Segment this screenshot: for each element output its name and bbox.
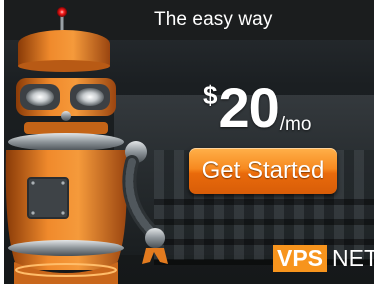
- robot-belt: [8, 240, 124, 256]
- logo-net-text: NET: [332, 245, 374, 271]
- logo-vps-text: VPS: [273, 245, 328, 272]
- tagline: The easy way: [154, 9, 273, 30]
- get-started-button[interactable]: Get Started: [189, 148, 337, 194]
- price-period: /mo: [279, 114, 312, 135]
- robot-illustration: [4, 0, 214, 284]
- robot-neck-ring: [8, 133, 124, 151]
- price-amount: 20: [218, 76, 279, 139]
- robot-claw: [142, 248, 168, 264]
- ad-banner[interactable]: The easy way $20/mo Get Started VPS NET: [4, 0, 374, 284]
- robot-left-eye: [26, 88, 54, 106]
- vps-net-logo[interactable]: VPS NET: [273, 245, 374, 272]
- robot-svg: [5, 7, 168, 284]
- robot-right-eye: [76, 88, 104, 106]
- vps-net-ad[interactable]: The easy way $20/mo Get Started VPS NET: [0, 0, 376, 288]
- price-currency: $: [203, 80, 218, 110]
- antenna-light: [57, 7, 67, 17]
- robot-wrist: [145, 228, 165, 248]
- price-display: $20/mo: [203, 78, 311, 138]
